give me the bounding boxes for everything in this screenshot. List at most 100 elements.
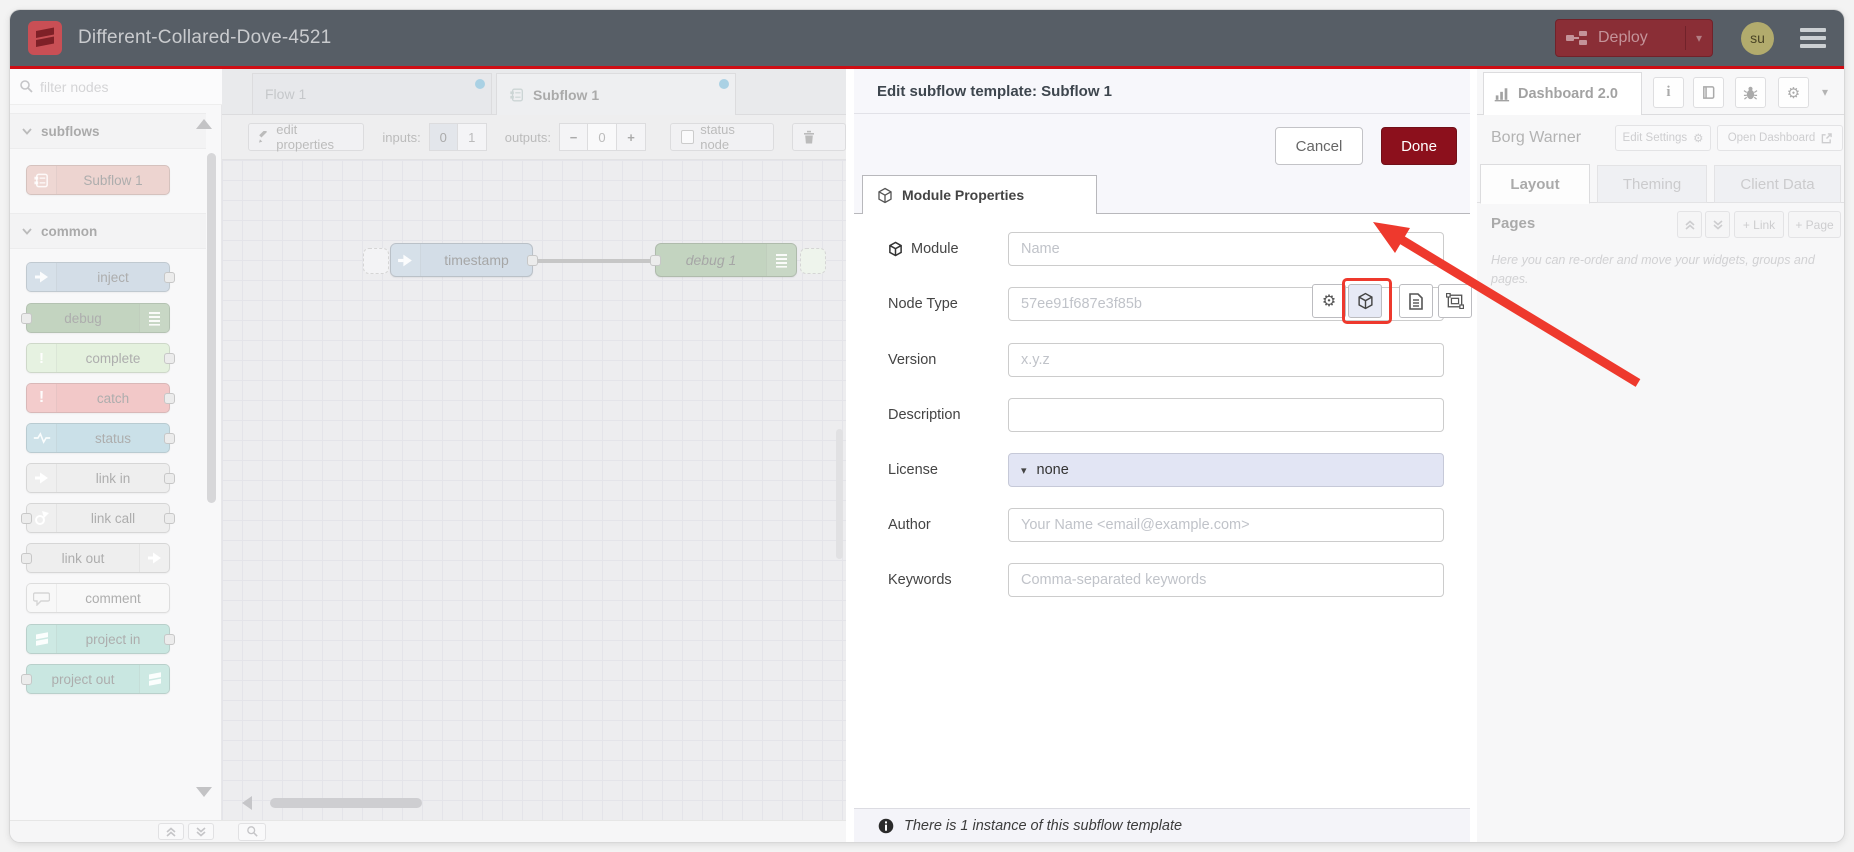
- palette-node-catch[interactable]: ! catch: [26, 383, 175, 413]
- deploy-button[interactable]: Deploy ▾: [1555, 19, 1713, 57]
- magnifier-icon: [246, 826, 258, 837]
- canvas-hscrollbar[interactable]: [270, 798, 422, 808]
- palette-category-common[interactable]: common: [10, 213, 206, 249]
- unsaved-changes-dot: [475, 79, 485, 89]
- open-dashboard-button[interactable]: Open Dashboard: [1717, 125, 1843, 151]
- cancel-button[interactable]: Cancel: [1275, 127, 1363, 165]
- pencil-icon: [259, 131, 268, 143]
- inputs-option-1[interactable]: 1: [457, 123, 487, 151]
- inputs-option-0[interactable]: 0: [428, 123, 458, 151]
- palette-category-subflows[interactable]: subflows: [10, 113, 206, 149]
- move-down-button[interactable]: [1705, 211, 1730, 238]
- info-icon: i: [1666, 84, 1671, 100]
- palette-node-link-call[interactable]: link call: [21, 503, 175, 533]
- sidebar-tab-dashboard[interactable]: Dashboard 2.0: [1483, 72, 1642, 115]
- palette-node-link-in[interactable]: link in: [26, 463, 175, 493]
- palette-node-subflow-1[interactable]: Subflow 1: [26, 165, 170, 195]
- exclamation-icon: !: [27, 384, 57, 412]
- tab-layout[interactable]: Layout: [1480, 164, 1590, 204]
- node-type-field-label: Node Type: [888, 296, 958, 312]
- node-port: [164, 634, 175, 645]
- sidebar-tab-config[interactable]: ⚙: [1778, 77, 1809, 108]
- keywords-input[interactable]: [1008, 563, 1444, 597]
- palette-node-comment[interactable]: comment: [26, 583, 170, 613]
- inject-icon: [391, 244, 421, 276]
- main-content: filter nodes subflows Subflow 1 common i…: [10, 69, 1844, 842]
- palette-scroll-down-icon[interactable]: [196, 787, 212, 797]
- done-button[interactable]: Done: [1381, 127, 1457, 165]
- add-page-button[interactable]: + Page: [1788, 211, 1841, 238]
- palette-filter[interactable]: filter nodes: [10, 69, 222, 105]
- gear-icon: ⚙: [1693, 133, 1704, 145]
- tab-theming[interactable]: Theming: [1597, 165, 1707, 203]
- link-in-icon: [27, 464, 57, 492]
- appearance-button[interactable]: [1438, 284, 1472, 318]
- project-name: Borg Warner: [1491, 128, 1582, 146]
- flow-canvas[interactable]: timestamp debug 1: [222, 160, 846, 820]
- outputs-minus-button[interactable]: −: [559, 123, 588, 151]
- description-input[interactable]: [1008, 398, 1444, 432]
- node-port: [164, 473, 175, 484]
- palette-node-project-out[interactable]: project out: [21, 664, 170, 694]
- gear-icon: ⚙: [1321, 293, 1337, 310]
- outputs-plus-button[interactable]: +: [617, 123, 646, 151]
- canvas-node-timestamp[interactable]: timestamp: [390, 243, 538, 277]
- outputs-label: outputs:: [504, 129, 551, 145]
- module-properties-button[interactable]: [1348, 284, 1382, 318]
- edit-properties-button[interactable]: edit properties: [248, 122, 365, 152]
- cube-icon: [1357, 292, 1373, 310]
- sidebar-menu-caret-icon[interactable]: ▾: [1822, 85, 1828, 99]
- subflow-properties-button[interactable]: ⚙: [1312, 284, 1346, 318]
- palette-node-link-out[interactable]: link out: [21, 543, 170, 573]
- license-select[interactable]: ▾ none: [1008, 453, 1444, 487]
- link-out-icon: [139, 544, 169, 572]
- node-port: [164, 272, 175, 283]
- move-up-button[interactable]: [1677, 211, 1702, 238]
- module-input[interactable]: [1008, 232, 1444, 266]
- main-menu-icon[interactable]: [1800, 28, 1826, 48]
- sidebar-tab-help[interactable]: [1693, 77, 1724, 108]
- subflow-icon: [27, 166, 57, 194]
- palette-node-status[interactable]: status: [26, 423, 175, 453]
- author-input[interactable]: [1008, 508, 1444, 542]
- add-link-button[interactable]: + Link: [1734, 211, 1784, 238]
- expand-all-button[interactable]: [188, 823, 214, 840]
- node-port: [21, 553, 32, 564]
- subflow-input-stub[interactable]: [363, 248, 389, 274]
- node-port[interactable]: [650, 255, 661, 266]
- palette-node-debug[interactable]: debug: [21, 303, 170, 333]
- sidebar-tabstrip: Dashboard 2.0 i ⚙ ▾: [1477, 69, 1844, 115]
- description-button[interactable]: [1399, 284, 1433, 318]
- tab-module-properties[interactable]: Module Properties: [862, 175, 1097, 214]
- version-input[interactable]: [1008, 343, 1444, 377]
- collapse-all-button[interactable]: [158, 823, 184, 840]
- tab-client-data[interactable]: Client Data: [1714, 165, 1841, 203]
- delete-subflow-button[interactable]: [792, 123, 847, 151]
- palette-node-inject[interactable]: inject: [26, 262, 175, 292]
- canvas-node-debug-1[interactable]: debug 1: [650, 243, 797, 277]
- subflow-toolbar: edit properties inputs: 0 1 outputs: − 0…: [222, 115, 847, 160]
- node-port: [164, 353, 175, 364]
- sidebar-tab-info[interactable]: i: [1653, 77, 1684, 108]
- palette-scrollbar[interactable]: [207, 153, 216, 503]
- user-avatar[interactable]: su: [1741, 21, 1774, 55]
- module-field-label: Module: [888, 241, 1004, 257]
- subflow-output-stub[interactable]: [800, 248, 826, 274]
- status-node-toggle[interactable]: status node: [670, 122, 775, 152]
- canvas-scroll-left-icon[interactable]: [242, 796, 252, 810]
- sidebar-tab-debug[interactable]: [1735, 77, 1766, 108]
- comment-icon: [27, 584, 57, 612]
- node-port: [21, 513, 32, 524]
- debug-icon: [766, 244, 796, 276]
- trash-icon: [804, 130, 815, 144]
- palette-node-project-in[interactable]: project in: [26, 624, 175, 654]
- workspace-tab-subflow-1[interactable]: Subflow 1: [496, 73, 736, 116]
- palette-scroll-up-icon[interactable]: [196, 119, 212, 129]
- node-port[interactable]: [527, 255, 538, 266]
- canvas-vscrollbar[interactable]: [836, 429, 843, 559]
- edit-settings-button[interactable]: Edit Settings ⚙: [1615, 125, 1711, 151]
- zoom-search-button[interactable]: [238, 822, 266, 841]
- workspace-tab-flow-1[interactable]: Flow 1: [252, 73, 492, 115]
- deploy-caret-icon[interactable]: ▾: [1696, 31, 1702, 45]
- palette-node-complete[interactable]: ! complete: [26, 343, 175, 373]
